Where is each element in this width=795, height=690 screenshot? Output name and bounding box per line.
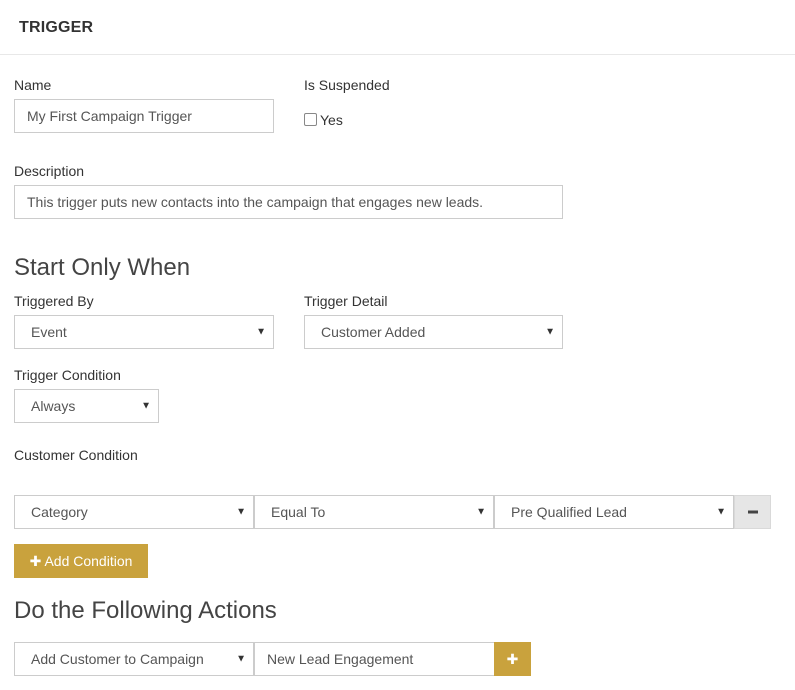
- caret-down-icon: ▼: [545, 326, 555, 338]
- add-condition-button[interactable]: ✚ Add Condition: [14, 544, 148, 578]
- caret-down-icon: ▼: [256, 326, 266, 338]
- trigger-condition-value: Always: [31, 398, 76, 414]
- triggered-by-select[interactable]: Event ▼: [14, 315, 274, 349]
- action-value: Add Customer to Campaign: [31, 651, 204, 667]
- trigger-detail-value: Customer Added: [321, 324, 426, 340]
- trigger-detail-select[interactable]: Customer Added ▼: [304, 315, 563, 349]
- remove-condition-button[interactable]: [734, 495, 771, 529]
- name-label: Name: [14, 77, 52, 93]
- condition-operator-value: Equal To: [271, 504, 326, 520]
- suspended-checkbox[interactable]: [304, 113, 317, 126]
- page-header: TRIGGER: [0, 0, 795, 55]
- page-title: TRIGGER: [19, 19, 94, 36]
- campaign-input[interactable]: [254, 642, 495, 676]
- condition-value-value: Pre Qualified Lead: [511, 504, 627, 520]
- trigger-detail-label: Trigger Detail: [304, 293, 388, 309]
- condition-operator-select[interactable]: Equal To ▼: [254, 495, 494, 529]
- customer-condition-label: Customer Condition: [14, 447, 138, 463]
- triggered-by-value: Event: [31, 324, 67, 340]
- minus-icon: [747, 510, 758, 514]
- trigger-page: TRIGGER Name Is Suspended Yes Descriptio…: [0, 0, 795, 690]
- plus-icon: ✚: [506, 650, 519, 667]
- caret-down-icon: ▼: [236, 653, 246, 665]
- suspended-yes-label: Yes: [320, 112, 343, 128]
- is-suspended-label: Is Suspended: [304, 77, 390, 93]
- description-label: Description: [14, 163, 85, 179]
- caret-down-icon: ▼: [141, 400, 151, 412]
- caret-down-icon: ▼: [476, 506, 486, 518]
- caret-down-icon: ▼: [716, 506, 726, 518]
- caret-down-icon: ▼: [236, 506, 246, 518]
- condition-field-value: Category: [31, 504, 88, 520]
- actions-heading: Do the Following Actions: [14, 597, 277, 624]
- trigger-condition-select[interactable]: Always ▼: [14, 389, 159, 423]
- name-input[interactable]: [14, 99, 274, 133]
- plus-icon: ✚: [29, 552, 42, 569]
- start-only-when-heading: Start Only When: [14, 254, 191, 281]
- action-select[interactable]: Add Customer to Campaign ▼: [14, 642, 254, 676]
- triggered-by-label: Triggered By: [14, 293, 94, 309]
- add-condition-label: Add Condition: [44, 552, 133, 569]
- condition-value-select[interactable]: Pre Qualified Lead ▼: [494, 495, 734, 529]
- trigger-condition-label: Trigger Condition: [14, 367, 121, 383]
- condition-field-select[interactable]: Category ▼: [14, 495, 254, 529]
- add-action-button[interactable]: ✚: [494, 642, 531, 676]
- description-input[interactable]: [14, 185, 563, 219]
